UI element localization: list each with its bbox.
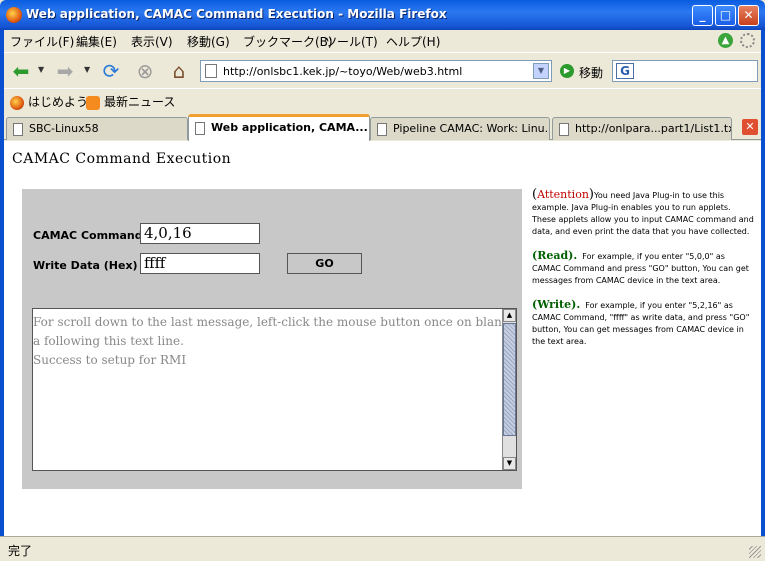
address-bar[interactable]: ▼ [200, 60, 552, 82]
minimize-button[interactable]: _ [692, 5, 713, 26]
update-icon[interactable]: ▲ [718, 33, 733, 48]
maximize-button[interactable]: □ [715, 5, 736, 26]
page-icon [195, 122, 205, 135]
navigation-toolbar: ⬅ ▼ ➡ ▼ ⟳ ⊗ ⌂ ▼ ▶ 移動 G [4, 52, 761, 88]
firefox-icon [6, 7, 22, 23]
camac-command-label: CAMAC Command: [33, 229, 148, 242]
read-keyword: (Read). [532, 249, 578, 262]
status-text: 完了 [8, 544, 33, 558]
title-bar[interactable]: Web application, CAMAC Command Execution… [0, 0, 765, 30]
camac-applet: CAMAC Command: 4,0,16 Write Data (Hex) :… [22, 189, 522, 489]
output-scrollbar[interactable]: ▲ ▼ [502, 309, 516, 470]
url-dropdown-icon[interactable]: ▼ [533, 63, 549, 79]
write-data-label: Write Data (Hex) : [33, 259, 146, 272]
go-button[interactable]: GO [287, 253, 362, 274]
tab-list1-txt[interactable]: http://onlpara...part1/List1.txt [552, 117, 732, 140]
throbber-icon [740, 33, 755, 48]
bookmark-getting-started[interactable]: はじめよう [10, 93, 88, 110]
page-content: CAMAC Command Execution CAMAC Command: 4… [4, 141, 761, 536]
resize-grip-icon[interactable] [749, 546, 761, 558]
page-icon [377, 123, 387, 136]
menu-tools[interactable]: ツール(T) [325, 33, 378, 50]
instructions-panel: (Attention)You need Java Plug-in to use … [532, 188, 754, 360]
rss-feed-icon [86, 95, 100, 110]
scroll-down-arrow-icon[interactable]: ▼ [503, 457, 516, 470]
page-icon [205, 64, 217, 78]
tab-sbc-linux58[interactable]: SBC-Linux58 [6, 117, 188, 140]
go-arrow-icon[interactable]: ▶ [560, 64, 574, 78]
back-dropdown-icon[interactable]: ▼ [38, 65, 44, 74]
tab-bar: SBC-Linux58 Web application, CAMA... Pip… [4, 112, 761, 141]
output-text: For scroll down to the last message, lef… [33, 313, 517, 370]
window-title: Web application, CAMAC Command Execution… [26, 7, 447, 21]
menu-file[interactable]: ファイル(F) [10, 33, 74, 50]
write-paragraph: (Write). For example, if you enter "5,2,… [532, 299, 754, 348]
search-box[interactable]: G [612, 60, 758, 82]
menu-go[interactable]: 移動(G) [187, 33, 230, 50]
scroll-thumb[interactable] [503, 323, 516, 436]
bookmark-latest-news[interactable]: 最新ニュース [86, 93, 175, 110]
go-button-label[interactable]: 移動 [579, 64, 603, 81]
window-frame-right [761, 30, 765, 536]
forward-arrow-icon[interactable]: ➡ [52, 58, 78, 84]
menu-bar: ファイル(F) 編集(E) 表示(V) 移動(G) ブックマーク(B) ツール(… [4, 30, 761, 52]
attention-keyword: Attention [537, 188, 589, 201]
attention-paragraph: (Attention)You need Java Plug-in to use … [532, 188, 754, 238]
tab-pipeline-camac[interactable]: Pipeline CAMAC: Work: Linu... [370, 117, 550, 140]
google-search-icon[interactable]: G [616, 63, 634, 79]
firefox-icon [10, 95, 24, 110]
menu-bookmarks[interactable]: ブックマーク(B) [243, 33, 333, 50]
close-window-button[interactable]: ✕ [738, 5, 759, 26]
write-keyword: (Write). [532, 298, 581, 311]
bookmarks-toolbar: はじめよう 最新ニュース [4, 88, 761, 112]
close-tab-icon[interactable]: ✕ [742, 119, 758, 135]
reload-icon[interactable]: ⟳ [98, 58, 124, 84]
tab-web-application[interactable]: Web application, CAMA... [188, 114, 370, 141]
status-bar: 完了 [0, 536, 765, 561]
read-paragraph: (Read). For example, if you enter "5,0,0… [532, 250, 754, 287]
scroll-up-arrow-icon[interactable]: ▲ [503, 309, 516, 322]
page-icon [13, 123, 23, 136]
write-data-input[interactable]: ffff [140, 253, 260, 274]
forward-dropdown-icon[interactable]: ▼ [84, 65, 90, 74]
stop-icon[interactable]: ⊗ [132, 58, 158, 84]
page-title: CAMAC Command Execution [12, 151, 232, 167]
output-line: Success to setup for RMI [33, 353, 187, 367]
page-icon [559, 123, 569, 136]
camac-command-input[interactable]: 4,0,16 [140, 223, 260, 244]
output-line: For scroll down to the last message, lef… [33, 315, 517, 329]
home-icon[interactable]: ⌂ [166, 58, 192, 84]
output-text-area[interactable]: For scroll down to the last message, lef… [32, 308, 517, 471]
menu-help[interactable]: ヘルプ(H) [386, 33, 440, 50]
url-input[interactable] [223, 63, 523, 79]
menu-view[interactable]: 表示(V) [131, 33, 173, 50]
back-arrow-icon[interactable]: ⬅ [8, 58, 34, 84]
menu-edit[interactable]: 編集(E) [76, 33, 117, 50]
output-line: a following this text line. [33, 334, 184, 348]
